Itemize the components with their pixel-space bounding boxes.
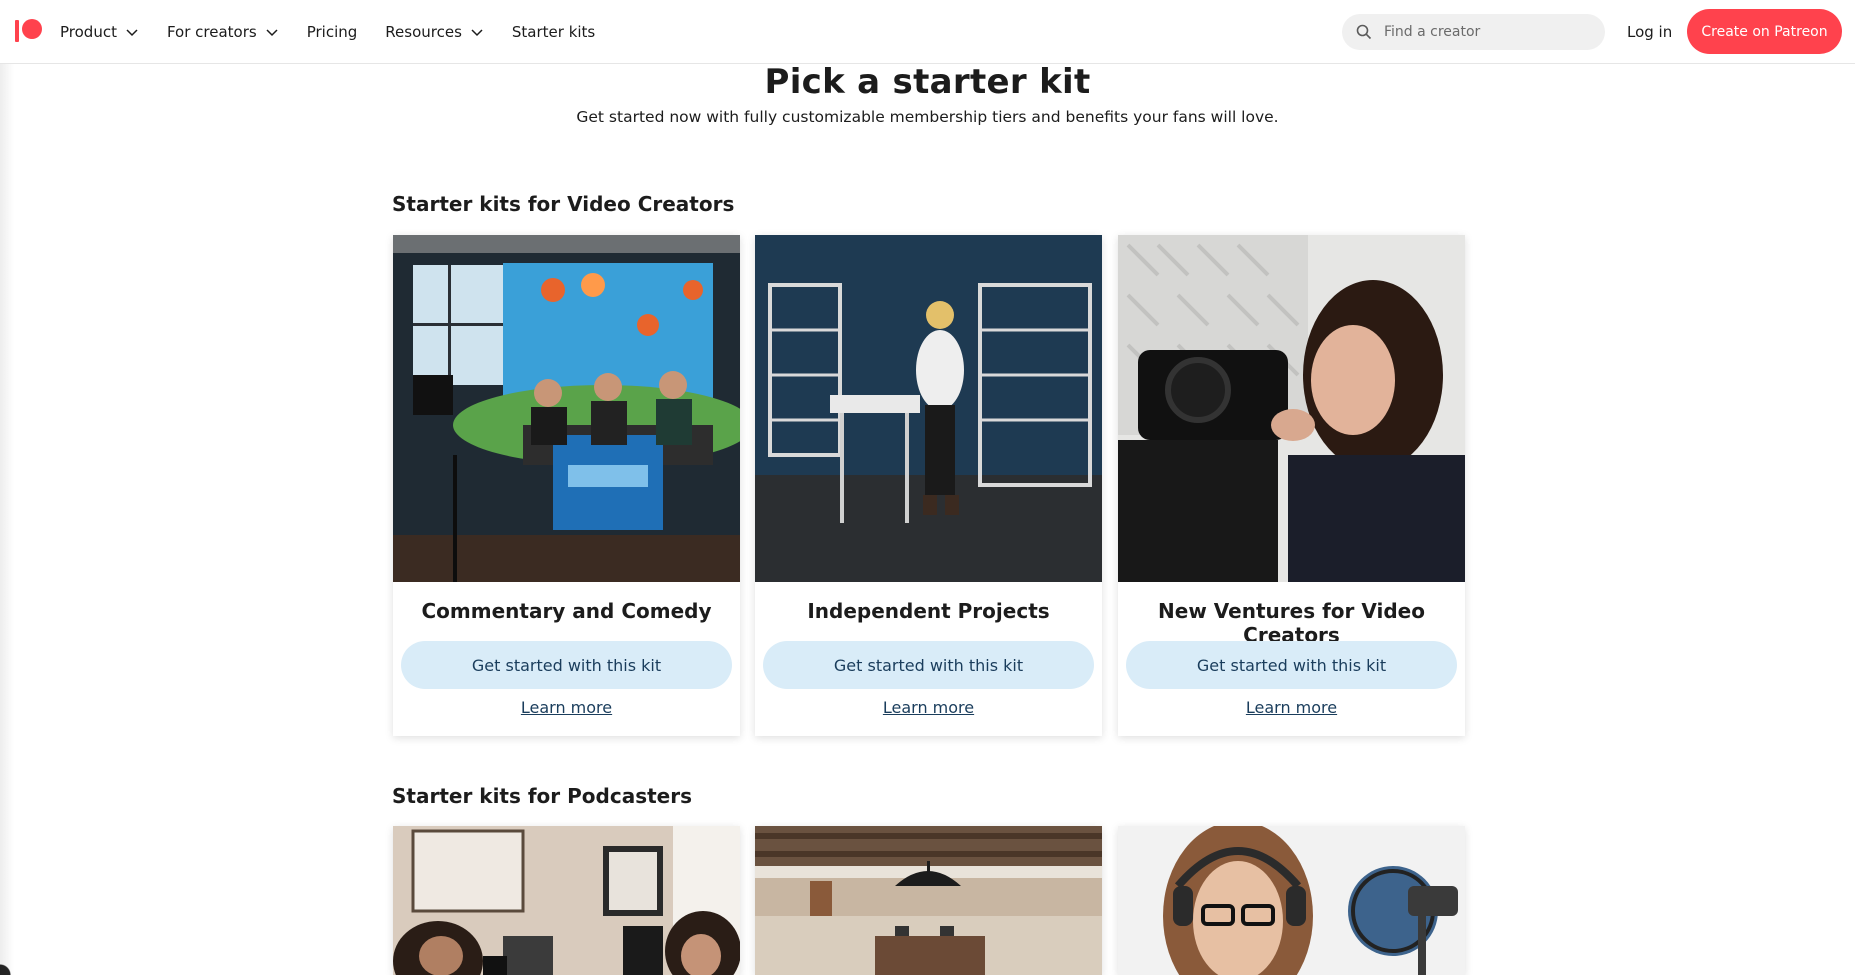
kit-card: New Ventures for Video Creators Get star… [1118, 235, 1465, 736]
nav-for-creators-label: For creators [166, 23, 257, 41]
kit-title: Commentary and Comedy [421, 599, 712, 623]
kit-photo-commentary [393, 235, 740, 582]
logo-bar [15, 20, 19, 42]
nav-product[interactable]: Product [60, 0, 139, 64]
nav-resources[interactable]: Resources [385, 0, 484, 64]
search-input[interactable] [1384, 24, 1584, 40]
kit-photo-podcast-1 [393, 826, 740, 975]
nav-starter-kits-label: Starter kits [511, 23, 596, 41]
kit-card [393, 826, 740, 975]
chevron-down-icon [266, 29, 278, 37]
kit-photo-podcast-2 [755, 826, 1102, 975]
nav-pricing[interactable]: Pricing [307, 0, 358, 64]
nav-resources-label: Resources [385, 23, 462, 41]
nav-pricing-label: Pricing [306, 23, 358, 41]
kit-title: Independent Projects [807, 599, 1050, 623]
kit-photo-new-ventures [1118, 235, 1465, 582]
patreon-logo[interactable] [15, 19, 42, 43]
page-title: Pick a starter kit [764, 62, 1091, 102]
kit-card [755, 826, 1102, 975]
kit-title: New Ventures for Video Creators [1158, 599, 1425, 647]
learn-more-link[interactable]: Learn more [393, 698, 740, 717]
get-started-button[interactable]: Get started with this kit [1126, 641, 1457, 689]
nav-for-creators[interactable]: For creators [167, 0, 279, 64]
get-started-button[interactable]: Get started with this kit [763, 641, 1094, 689]
kit-card [1118, 826, 1465, 975]
kit-photo-independent [755, 235, 1102, 582]
kit-photo-podcast-3 [1118, 826, 1465, 975]
logo-circle [22, 19, 42, 39]
nav-starter-kits[interactable]: Starter kits [512, 0, 595, 64]
chevron-down-icon [126, 29, 138, 37]
section-title-podcasters: Starter kits for Podcasters [392, 784, 692, 808]
learn-more-link[interactable]: Learn more [1118, 698, 1465, 717]
search-icon [1356, 24, 1372, 40]
nav-product-label: Product [60, 23, 117, 41]
create-on-patreon-button[interactable]: Create on Patreon [1687, 9, 1842, 54]
page-subtitle: Get started now with fully customizable … [576, 108, 1279, 126]
main-nav: Product For creators Pricing Resources S… [60, 0, 623, 64]
kit-card: Independent Projects Get started with th… [755, 235, 1102, 736]
side-panel-shadow [0, 64, 14, 975]
top-nav-bar: Product For creators Pricing Resources S… [0, 0, 1855, 64]
login-link[interactable]: Log in [1627, 0, 1672, 64]
section-title-video: Starter kits for Video Creators [392, 192, 735, 216]
learn-more-link[interactable]: Learn more [755, 698, 1102, 717]
get-started-button[interactable]: Get started with this kit [401, 641, 732, 689]
kit-card: Commentary and Comedy Get started with t… [393, 235, 740, 736]
side-panel-corner [0, 955, 20, 975]
creator-search [1342, 14, 1605, 50]
chevron-down-icon [471, 29, 483, 37]
